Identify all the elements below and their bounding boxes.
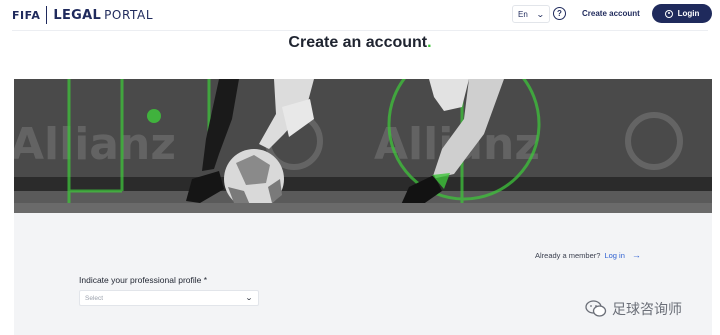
professional-profile-label: Indicate your professional profile * [79,275,208,285]
title-accent-dot: . [427,34,432,51]
page-title-text: Create an account [288,34,428,51]
professional-profile-select[interactable]: Select ⌄ [79,290,259,306]
user-icon [664,9,673,18]
page-title: Create an account. [0,34,720,52]
already-member-text: Already a member? [535,250,601,260]
logo-divider [46,6,48,24]
login-button[interactable]: Login [652,4,712,23]
header-divider [12,30,708,31]
logo-portal-text: PORTAL [104,8,154,22]
watermark-text: 足球咨询师 [612,301,682,317]
wechat-watermark: 足球咨询师 [585,299,682,319]
chevron-down-icon: ⌄ [244,295,254,302]
banner-illustration: Allianz Allianz [14,79,712,213]
arrow-right-icon[interactable]: → [632,250,641,260]
wechat-icon [585,300,607,317]
select-placeholder: Select [85,294,104,302]
logo-legal-text: LEGAL [53,7,102,23]
top-header: FIFA LEGAL PORTAL En ⌄ ? Create account … [0,0,720,30]
help-icon[interactable]: ? [553,7,566,20]
fifa-legal-portal-logo[interactable]: FIFA LEGAL PORTAL [12,6,154,24]
language-value: En [518,9,528,19]
page: FIFA LEGAL PORTAL En ⌄ ? Create account … [0,0,720,335]
already-member-row: Already a member? Log in → [535,250,641,260]
language-selector[interactable]: En ⌄ [512,5,550,23]
hero-banner-image: Allianz Allianz [14,79,712,213]
login-button-label: Login [677,9,700,18]
create-account-link[interactable]: Create account [582,9,640,18]
logo-fifa-text: FIFA [12,8,41,22]
banner-board-text-left: Allianz [14,119,176,170]
chevron-down-icon: ⌄ [535,9,545,19]
log-in-link[interactable]: Log in [604,251,624,260]
